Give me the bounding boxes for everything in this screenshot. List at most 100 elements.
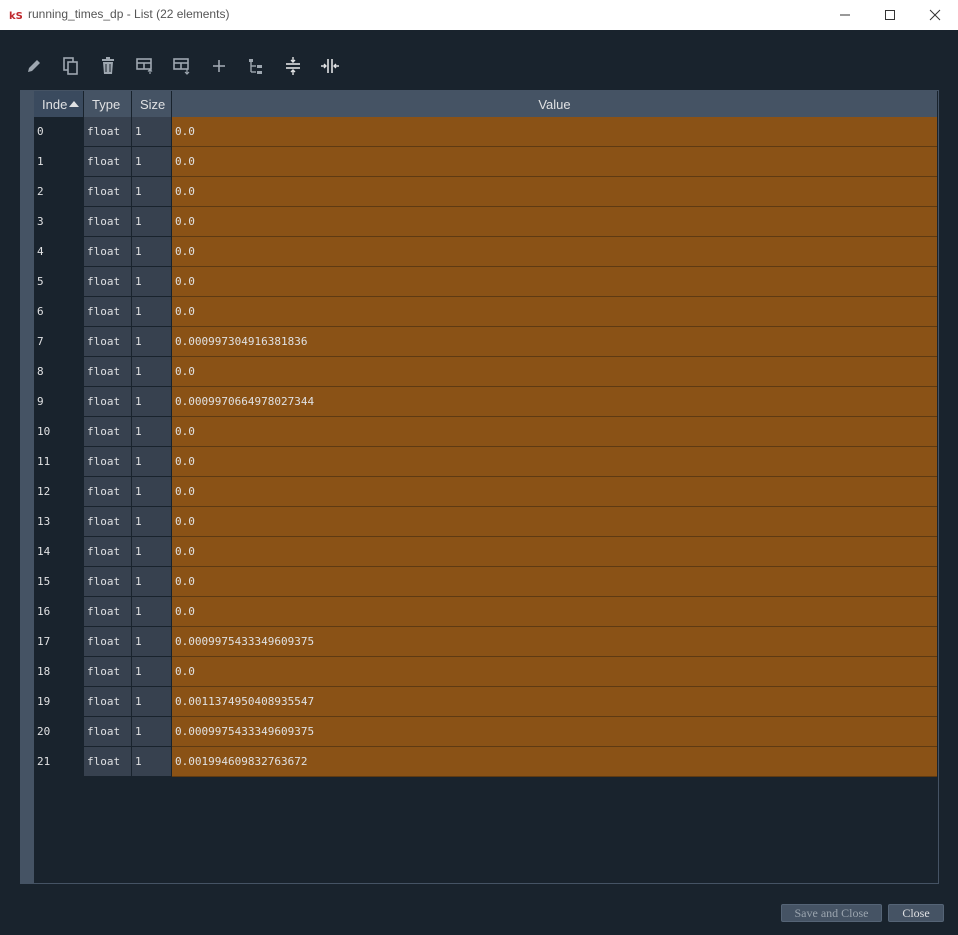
insert-below-button[interactable] [168,50,196,82]
cell-index: 19 [34,687,84,717]
cell-size: 1 [132,597,172,627]
cell-value[interactable]: 0.0 [172,507,937,537]
table-row[interactable]: 13 float 1 0.0 [21,507,937,537]
cell-value[interactable]: 0.0 [172,597,937,627]
save-and-close-button[interactable]: Save and Close [781,904,882,922]
table-row[interactable]: 18 float 1 0.0 [21,657,937,687]
table-row[interactable]: 0 float 1 0.0 [21,117,937,147]
table-row[interactable]: 11 float 1 0.0 [21,447,937,477]
column-header-value[interactable]: Value [172,91,937,117]
cell-size: 1 [132,537,172,567]
cell-index: 9 [34,387,84,417]
spyder-app-icon: kS [8,8,22,22]
add-button[interactable] [205,50,233,82]
table-row[interactable]: 20 float 1 0.0009975433349609375 [21,717,937,747]
column-header-index[interactable]: Inde [34,91,84,117]
cell-value[interactable]: 0.0 [172,267,937,297]
row-header [21,597,34,627]
cell-index: 5 [34,267,84,297]
cell-value[interactable]: 0.000997304916381836 [172,327,937,357]
cell-value[interactable]: 0.0 [172,117,937,147]
table-row[interactable]: 16 float 1 0.0 [21,597,937,627]
cell-type: float [84,297,132,327]
cell-type: float [84,567,132,597]
cell-value[interactable]: 0.0011374950408935547 [172,687,937,717]
cell-value[interactable]: 0.0 [172,297,937,327]
column-header-size[interactable]: Size [132,91,172,117]
edit-button[interactable] [20,50,48,82]
cell-size: 1 [132,387,172,417]
cell-index: 16 [34,597,84,627]
sort-ascending-icon [69,101,80,107]
table-row[interactable]: 3 float 1 0.0 [21,207,937,237]
cell-value[interactable]: 0.0 [172,537,937,567]
table-row[interactable]: 17 float 1 0.0009975433349609375 [21,627,937,657]
maximize-button[interactable] [867,0,913,30]
table-header: Inde Type Size Value [34,91,937,117]
table-row[interactable]: 10 float 1 0.0 [21,417,937,447]
table-row[interactable]: 5 float 1 0.0 [21,267,937,297]
cell-size: 1 [132,627,172,657]
cell-value[interactable]: 0.0009975433349609375 [172,717,937,747]
cell-value[interactable]: 0.0 [172,207,937,237]
table-row[interactable]: 4 float 1 0.0 [21,237,937,267]
table-row[interactable]: 8 float 1 0.0 [21,357,937,387]
cell-type: float [84,267,132,297]
table-row[interactable]: 12 float 1 0.0 [21,477,937,507]
cell-value[interactable]: 0.0 [172,657,937,687]
cell-value[interactable]: 0.001994609832763672 [172,747,937,777]
collapse-button[interactable] [279,50,307,82]
table-row[interactable]: 15 float 1 0.0 [21,567,937,597]
cell-value[interactable]: 0.0009975433349609375 [172,627,937,657]
table-row[interactable]: 7 float 1 0.000997304916381836 [21,327,937,357]
cell-size: 1 [132,657,172,687]
table-row[interactable]: 19 float 1 0.0011374950408935547 [21,687,937,717]
row-header [21,267,34,297]
row-header [21,687,34,717]
row-header [21,147,34,177]
close-button[interactable]: Close [888,904,944,922]
table-row[interactable]: 6 float 1 0.0 [21,297,937,327]
cell-value[interactable]: 0.0009970664978027344 [172,387,937,417]
cell-index: 8 [34,357,84,387]
minimize-button[interactable] [822,0,868,30]
cell-value[interactable]: 0.0 [172,477,937,507]
title-bar: kS running_times_dp - List (22 elements) [0,0,958,30]
cell-value[interactable]: 0.0 [172,177,937,207]
cell-type: float [84,627,132,657]
cell-type: float [84,717,132,747]
cell-index: 0 [34,117,84,147]
delete-icon [102,57,114,74]
cell-value[interactable]: 0.0 [172,147,937,177]
cell-size: 1 [132,417,172,447]
expand-button[interactable] [316,50,344,82]
cell-value[interactable]: 0.0 [172,447,937,477]
cell-type: float [84,327,132,357]
cell-type: float [84,537,132,567]
insert-below-icon [173,58,190,75]
column-header-type[interactable]: Type [84,91,132,117]
cell-size: 1 [132,687,172,717]
table-row[interactable]: 14 float 1 0.0 [21,537,937,567]
table-row[interactable]: 2 float 1 0.0 [21,177,937,207]
maximize-icon [885,10,895,20]
insert-above-button[interactable] [131,50,159,82]
cell-type: float [84,477,132,507]
window-close-button[interactable] [912,0,958,30]
table-row[interactable]: 9 float 1 0.0009970664978027344 [21,387,937,417]
cell-index: 17 [34,627,84,657]
table-row[interactable]: 21 float 1 0.001994609832763672 [21,747,937,777]
table-row[interactable]: 1 float 1 0.0 [21,147,937,177]
delete-button[interactable] [94,50,122,82]
copy-button[interactable] [57,50,85,82]
cell-value[interactable]: 0.0 [172,417,937,447]
cell-value[interactable]: 0.0 [172,237,937,267]
cell-type: float [84,147,132,177]
cell-value[interactable]: 0.0 [172,357,937,387]
tree-view-button[interactable] [242,50,270,82]
collapse-icon [286,57,300,75]
cell-value[interactable]: 0.0 [172,567,937,597]
cell-index: 10 [34,417,84,447]
cell-index: 13 [34,507,84,537]
cell-index: 1 [34,147,84,177]
